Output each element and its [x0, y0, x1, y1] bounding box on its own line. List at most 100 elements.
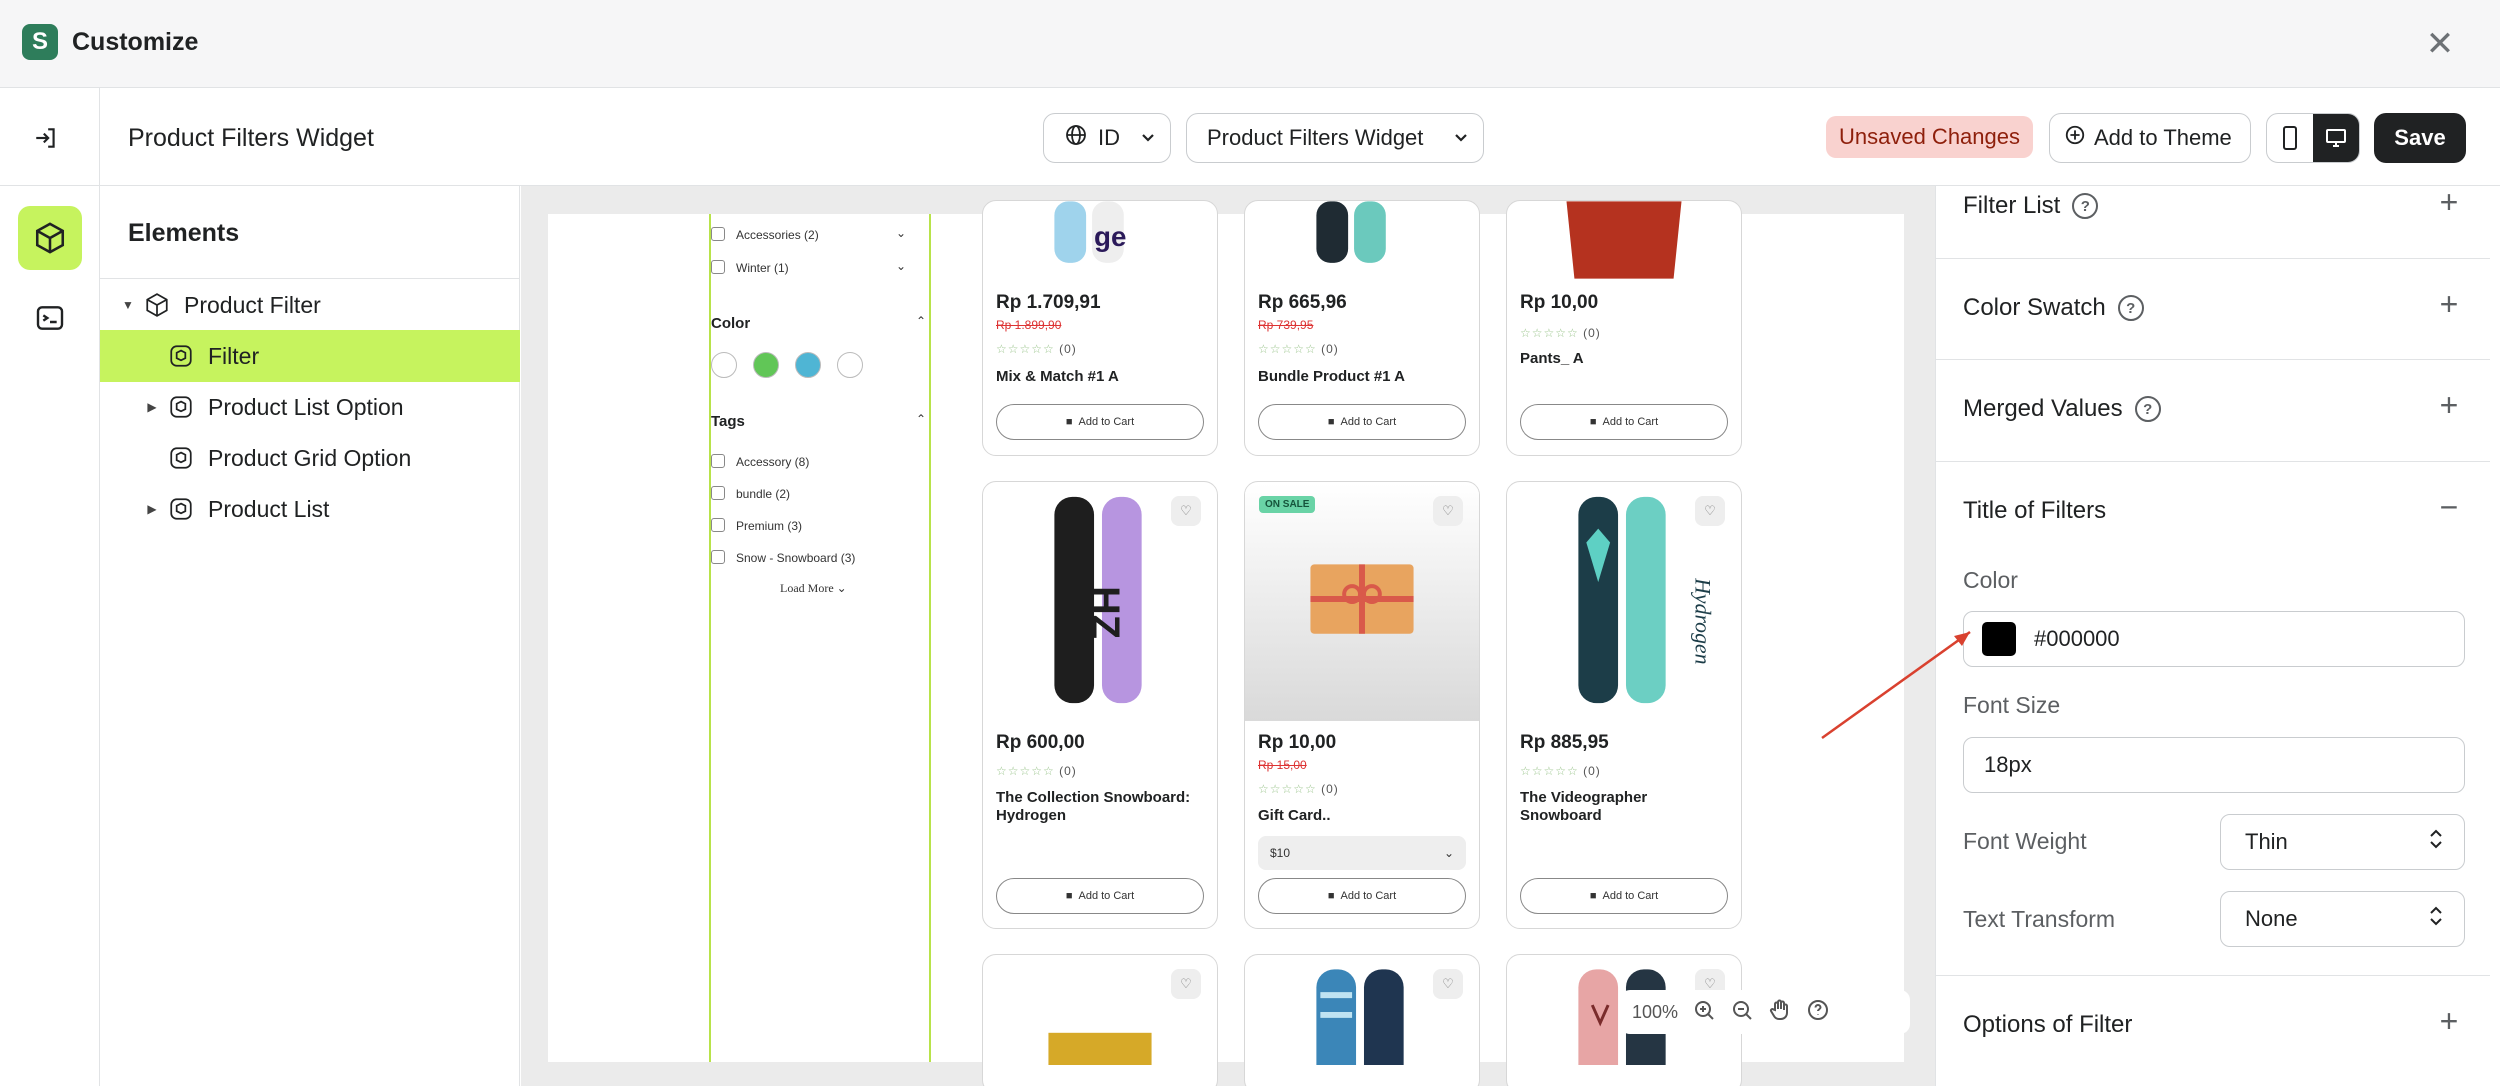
hand-pan-icon[interactable] [1768, 998, 1792, 1027]
chevron-down-icon [1140, 125, 1156, 151]
wishlist-heart-icon[interactable]: ♡ [1433, 969, 1463, 999]
section-color-swatch[interactable]: Color Swatch ? [1963, 294, 2144, 322]
save-button[interactable]: Save [2374, 113, 2466, 163]
section-options-of-filter[interactable]: Options of Filter [1963, 1011, 2132, 1039]
expand-plus-icon[interactable]: + [2434, 1003, 2464, 1040]
product-name: The Videographer Snowboard [1520, 789, 1648, 824]
widget-select[interactable]: Product Filters Widget [1186, 113, 1484, 163]
annotation-arrow [1821, 630, 1971, 740]
zoom-out-icon[interactable] [1730, 998, 1754, 1027]
wishlist-heart-icon[interactable]: ♡ [1171, 496, 1201, 526]
exit-icon[interactable] [28, 120, 64, 156]
bag-icon: ■ [1589, 416, 1597, 428]
section-merged-values[interactable]: Merged Values ? [1963, 395, 2161, 423]
wishlist-heart-icon[interactable]: ♡ [1695, 496, 1725, 526]
product-card[interactable]: ♡ [1244, 954, 1480, 1086]
product-old-price: Rp 15,00 [1258, 758, 1307, 772]
checkbox[interactable] [711, 260, 725, 274]
tree-item-filter[interactable]: Filter [100, 330, 520, 382]
zoom-in-icon[interactable] [1692, 998, 1716, 1027]
help-icon[interactable]: ? [2072, 193, 2099, 219]
add-to-cart-button[interactable]: ■ Add to Cart [1258, 404, 1466, 440]
filter-option-label: Snow - Snowboard (3) [736, 551, 856, 565]
add-to-cart-button[interactable]: ■ Add to Cart [1258, 878, 1466, 914]
expand-plus-icon[interactable]: + [2434, 286, 2464, 323]
color-field[interactable]: #000000 [1963, 611, 2465, 667]
checkbox[interactable] [711, 227, 725, 241]
language-select[interactable]: ID [1043, 113, 1171, 163]
section-title-of-filters[interactable]: Title of Filters [1963, 497, 2106, 525]
cube-box-icon [166, 341, 196, 371]
color-swatch-option[interactable] [753, 352, 779, 378]
product-card[interactable]: Hydrogen ♡ [1506, 481, 1742, 929]
filter-title-tags: Tags [711, 413, 745, 430]
tree-item-product-filter[interactable]: ▼ Product Filter [100, 279, 520, 331]
expand-plus-icon[interactable]: + [2434, 184, 2464, 221]
tree-item-product-grid-option[interactable]: Product Grid Option [100, 432, 520, 484]
help-icon[interactable]: ? [2117, 295, 2144, 321]
desktop-view-icon[interactable] [2313, 114, 2359, 162]
cube-box-icon [166, 392, 196, 422]
caret-right-icon[interactable]: ▶ [144, 400, 160, 414]
bag-icon: ■ [1327, 890, 1335, 902]
filter-sidebar[interactable] [709, 214, 931, 1062]
font-weight-select[interactable]: Thin [2220, 814, 2465, 870]
tree-item-product-list[interactable]: ▶ Product List [100, 483, 520, 535]
chevron-up-icon[interactable]: ⌃ [916, 314, 926, 328]
tree-item-label: Filter [208, 342, 260, 369]
add-to-cart-button[interactable]: ■ Add to Cart [1520, 404, 1728, 440]
checkbox[interactable] [711, 518, 725, 532]
add-to-cart-button[interactable]: ■ Add to Cart [996, 404, 1204, 440]
mobile-view-icon[interactable] [2267, 114, 2313, 162]
checkbox[interactable] [711, 550, 725, 564]
load-more-link[interactable]: Load More ⌄ [780, 581, 847, 596]
page-title: Product Filters Widget [128, 124, 374, 152]
unsaved-changes-badge: Unsaved Changes [1826, 116, 2033, 158]
add-to-cart-button[interactable]: ■ Add to Cart [1520, 878, 1728, 914]
chevron-down-icon: ⌄ [1443, 846, 1454, 860]
color-swatch-option[interactable] [795, 352, 821, 378]
tree-item-product-list-option[interactable]: ▶ Product List Option [100, 381, 520, 433]
wishlist-heart-icon[interactable]: ♡ [1433, 496, 1463, 526]
expand-plus-icon[interactable]: + [2434, 387, 2464, 424]
add-to-theme-button[interactable]: Add to Theme [2049, 113, 2251, 163]
checkbox[interactable] [711, 486, 725, 500]
svg-text:ge: ge [1094, 221, 1126, 252]
code-tab-icon[interactable] [28, 296, 72, 340]
chevron-down-icon[interactable]: ⌄ [896, 226, 906, 240]
checkbox[interactable] [711, 454, 725, 468]
variant-select[interactable]: $10 ⌄ [1258, 836, 1466, 870]
wishlist-heart-icon[interactable]: ♡ [1171, 969, 1201, 999]
product-card[interactable]: HZ ♡ [982, 481, 1218, 929]
text-transform-select[interactable]: None [2220, 891, 2465, 947]
product-card[interactable]: ♡ [982, 954, 1218, 1086]
tree-item-label: Product List Option [208, 393, 404, 420]
elements-tab-icon[interactable] [18, 206, 82, 270]
collapse-minus-icon[interactable]: − [2434, 489, 2464, 526]
caret-right-icon[interactable]: ▶ [144, 502, 160, 516]
font-size-input[interactable]: 18px [1963, 737, 2465, 793]
rating-stars: ☆☆☆☆☆ (0) [996, 764, 1077, 778]
color-swatch-option[interactable] [837, 352, 863, 378]
product-name: Pants_ A [1520, 350, 1584, 367]
rating-stars: ☆☆☆☆☆ (0) [996, 342, 1077, 356]
color-value: #000000 [2034, 626, 2120, 651]
rating-stars: ☆☆☆☆☆ (0) [1258, 782, 1339, 796]
product-old-price: Rp 1.899,90 [996, 318, 1062, 332]
device-toggle [2266, 113, 2360, 163]
color-swatch-option[interactable] [711, 352, 737, 378]
divider [1935, 461, 2490, 462]
rating-stars: ☆☆☆☆☆ (0) [1258, 342, 1339, 356]
help-icon[interactable]: ? [2134, 396, 2161, 422]
add-to-cart-button[interactable]: ■ Add to Cart [996, 878, 1204, 914]
chevron-down-icon[interactable]: ⌄ [896, 259, 906, 273]
rating-stars: ☆☆☆☆☆ (0) [1520, 326, 1601, 340]
chevron-up-icon[interactable]: ⌃ [916, 412, 926, 426]
close-icon[interactable]: ✕ [2420, 24, 2460, 64]
bag-icon: ■ [1065, 890, 1073, 902]
help-icon[interactable] [1806, 998, 1830, 1027]
elements-heading: Elements [128, 219, 240, 247]
section-filter-list[interactable]: Filter List ? [1963, 192, 2099, 220]
plus-circle-icon [2064, 124, 2086, 152]
caret-down-icon[interactable]: ▼ [120, 298, 136, 312]
